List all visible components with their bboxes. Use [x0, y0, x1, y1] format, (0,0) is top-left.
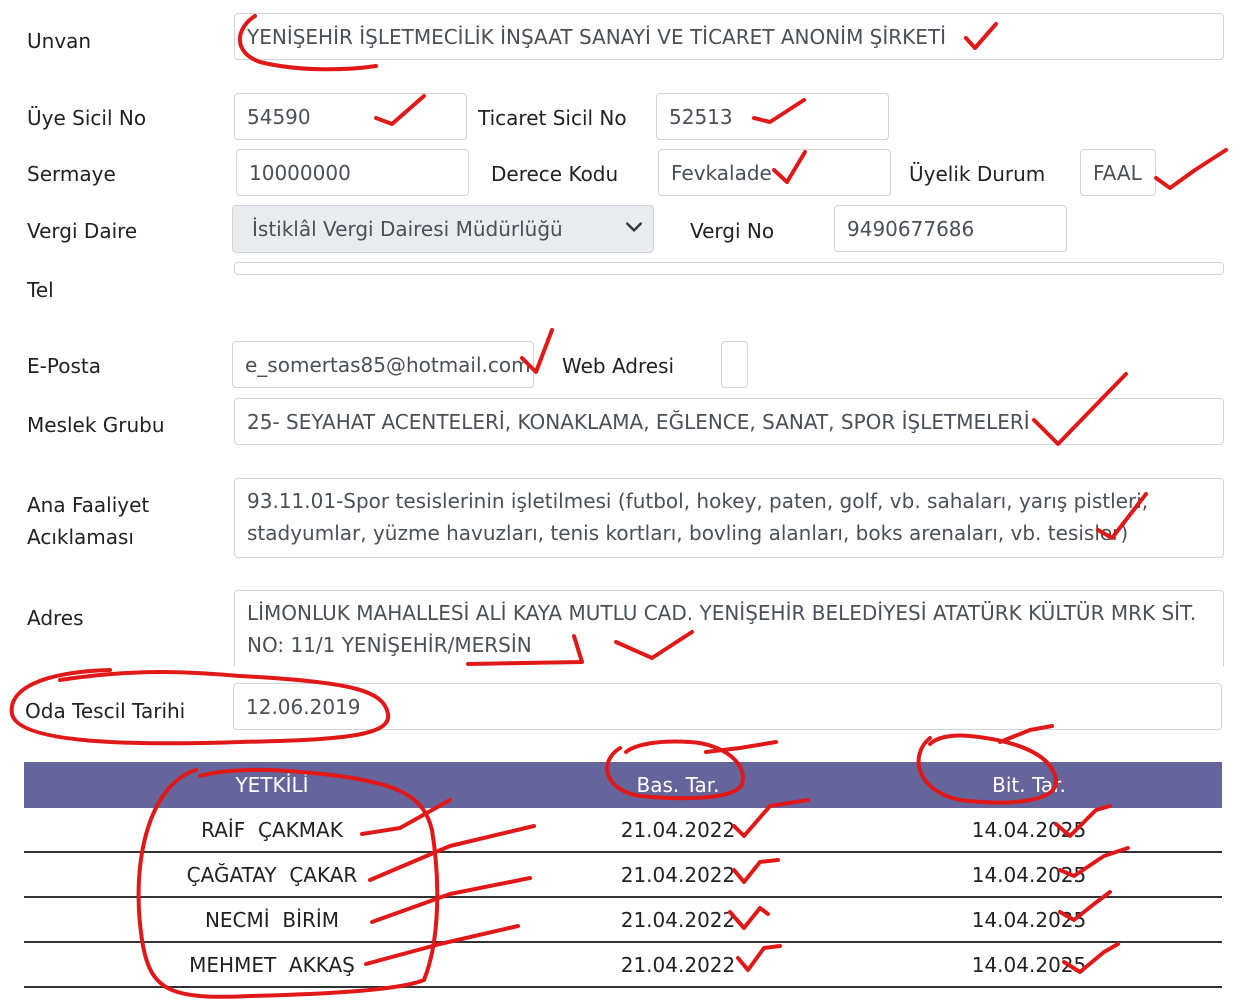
vergi-daire-selected-value: İstiklâl Vergi Dairesi Müdürlüğü — [252, 217, 563, 241]
ana-faaliyet-label-line1: Ana Faaliyet — [27, 493, 150, 517]
oda-tescil-tarihi-label: Oda Tescil Tarihi — [25, 699, 186, 723]
tel-field[interactable] — [234, 262, 1224, 275]
e-posta-label: E-Posta — [27, 354, 101, 378]
header-yetkili: YETKİLİ — [24, 762, 520, 808]
yetkili-cell: NECMİ BİRİM — [24, 897, 520, 943]
table-row: ÇAĞATAY ÇAKAR 21.04.2022 14.04.2025 — [24, 852, 1222, 898]
ticaret-sicil-no-field[interactable]: 52513 — [656, 93, 889, 140]
ticaret-sicil-no-label: Ticaret Sicil No — [478, 106, 627, 130]
bit-tar-cell: 14.04.2025 — [836, 897, 1222, 943]
yetkili-cell: MEHMET AKKAŞ — [24, 942, 520, 988]
oda-tescil-tarihi-field[interactable]: 12.06.2019 — [233, 683, 1222, 730]
vergi-daire-label: Vergi Daire — [27, 219, 138, 243]
uyelik-durum-label: Üyelik Durum — [909, 162, 1046, 186]
sermaye-label: Sermaye — [27, 162, 116, 186]
yetkili-cell: ÇAĞATAY ÇAKAR — [24, 852, 520, 898]
adres-label: Adres — [27, 606, 84, 630]
vergi-daire-select[interactable]: İstiklâl Vergi Dairesi Müdürlüğü — [232, 205, 654, 253]
unvan-field[interactable]: YENİŞEHİR İŞLETMECİLİK İNŞAAT SANAYİ VE … — [234, 13, 1224, 60]
chevron-down-icon — [626, 222, 642, 232]
uyelik-durum-check-mark — [1154, 148, 1228, 190]
bit-tar-cell: 14.04.2025 — [836, 942, 1222, 988]
derece-kodu-label: Derece Kodu — [491, 162, 619, 186]
uyelik-durum-field[interactable]: FAAL — [1080, 149, 1156, 196]
adres-field[interactable]: LİMONLUK MAHALLESİ ALİ KAYA MUTLU CAD. Y… — [234, 590, 1224, 666]
ana-faaliyet-label-line2: Acıklaması — [27, 525, 134, 549]
meslek-grubu-field[interactable]: 25- SEYAHAT ACENTELERİ, KONAKLAMA, EĞLEN… — [234, 398, 1224, 445]
table-row: MEHMET AKKAŞ 21.04.2022 14.04.2025 — [24, 942, 1222, 988]
meslek-grubu-label: Meslek Grubu — [27, 413, 165, 437]
sermaye-field[interactable]: 10000000 — [236, 149, 469, 196]
uye-sicil-no-field[interactable]: 54590 — [234, 93, 467, 140]
bas-tar-cell: 21.04.2022 — [520, 808, 836, 853]
table-header-row: YETKİLİ Bas. Tar. Bit. Tar. — [24, 762, 1222, 808]
web-adresi-label: Web Adresi — [562, 354, 675, 378]
uye-sicil-no-label: Üye Sicil No — [27, 106, 147, 130]
bit-tar-cell: 14.04.2025 — [836, 808, 1222, 853]
table-row: NECMİ BİRİM 21.04.2022 14.04.2025 — [24, 897, 1222, 943]
bas-tar-cell: 21.04.2022 — [520, 852, 836, 898]
vergi-no-label: Vergi No — [690, 219, 775, 243]
vergi-no-field[interactable]: 9490677686 — [834, 205, 1067, 252]
bas-tar-check-mark — [704, 740, 778, 754]
bit-tar-cell: 14.04.2025 — [836, 852, 1222, 898]
ana-faaliyet-field[interactable]: 93.11.01-Spor tesislerinin işletilmesi (… — [234, 478, 1224, 558]
unvan-label: Unvan — [27, 29, 92, 53]
bas-tar-cell: 21.04.2022 — [520, 942, 836, 988]
header-bas-tar: Bas. Tar. — [520, 762, 836, 808]
yetkili-cell: RAİF ÇAKMAK — [24, 808, 520, 853]
derece-kodu-field[interactable]: Fevkalade — [658, 149, 891, 196]
bas-tar-cell: 21.04.2022 — [520, 897, 836, 943]
e-posta-field[interactable]: e_somertas85@hotmail.com — [232, 341, 534, 388]
yetkili-table: YETKİLİ Bas. Tar. Bit. Tar. RAİF ÇAKMAK … — [24, 762, 1222, 988]
table-row: RAİF ÇAKMAK 21.04.2022 14.04.2025 — [24, 808, 1222, 853]
tel-label: Tel — [27, 278, 54, 302]
header-bit-tar: Bit. Tar. — [836, 762, 1222, 808]
web-adresi-field[interactable] — [721, 341, 748, 388]
